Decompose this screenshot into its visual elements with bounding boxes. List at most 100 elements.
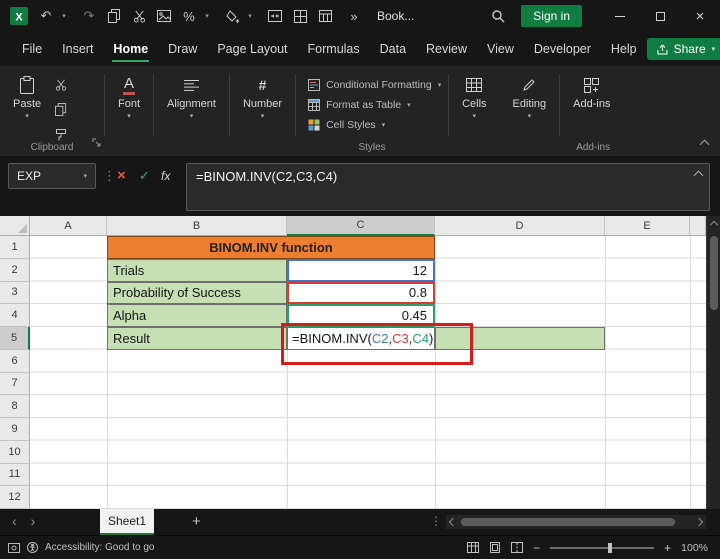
add-sheet-button[interactable]: + <box>192 513 201 530</box>
minimize-button[interactable] <box>600 0 640 32</box>
addins-button[interactable]: Add-ins <box>564 70 619 110</box>
previous-sheet-icon[interactable]: ‹ <box>12 513 17 529</box>
zoom-out-button[interactable]: − <box>533 541 540 555</box>
macro-record-icon[interactable] <box>8 542 20 553</box>
insert-function-button[interactable]: fx <box>161 169 170 183</box>
column-header-a[interactable]: A <box>30 216 107 236</box>
alignment-button[interactable]: Alignment ▾ <box>158 70 225 120</box>
cut-icon[interactable] <box>132 8 146 24</box>
cell-b2-trials-label[interactable]: Trials <box>107 258 287 282</box>
search-icon[interactable] <box>491 8 505 24</box>
tab-page-layout[interactable]: Page Layout <box>207 32 297 66</box>
row-header-10[interactable]: 10 <box>0 440 30 464</box>
tab-home[interactable]: Home <box>103 32 158 66</box>
row-header-5[interactable]: 5 <box>0 327 30 350</box>
fill-color-icon[interactable] <box>225 8 239 24</box>
more-commands-icon[interactable]: » <box>347 8 361 24</box>
row-header-11[interactable]: 11 <box>0 463 30 487</box>
tab-formulas[interactable]: Formulas <box>298 32 370 66</box>
merge-cells-icon[interactable] <box>268 8 282 24</box>
cell-styles-button[interactable]: Cell Styles ▾ <box>308 119 441 131</box>
cells-button[interactable]: Cells ▾ <box>453 70 495 120</box>
cell-c3-probability-value[interactable]: 0.8 <box>287 281 435 305</box>
accessibility-status[interactable]: Accessibility: Good to go <box>45 542 155 553</box>
scroll-up-icon[interactable] <box>709 220 719 230</box>
page-layout-view-icon[interactable] <box>489 542 501 553</box>
borders-icon[interactable] <box>293 8 307 24</box>
redo-icon[interactable]: ↷ <box>82 8 96 24</box>
copy-icon[interactable] <box>107 8 121 24</box>
tab-developer[interactable]: Developer <box>524 32 601 66</box>
undo-icon[interactable]: ↶ <box>39 8 53 24</box>
clipboard-dialog-launcher-icon[interactable] <box>92 134 101 152</box>
editing-button[interactable]: Editing ▾ <box>504 70 556 120</box>
sheet-tab-sheet1[interactable]: Sheet1 <box>100 509 155 535</box>
paste-button[interactable]: Paste ▾ <box>4 70 50 120</box>
table-icon[interactable] <box>318 8 332 24</box>
vertical-scrollbar[interactable] <box>706 216 720 509</box>
column-header-e[interactable]: E <box>605 216 690 236</box>
horizontal-scrollbar[interactable] <box>446 515 706 529</box>
tab-data[interactable]: Data <box>370 32 416 66</box>
name-box[interactable]: EXP ▾ <box>8 163 96 189</box>
zoom-slider[interactable] <box>550 542 655 553</box>
page-break-view-icon[interactable] <box>511 542 524 553</box>
tab-view[interactable]: View <box>477 32 524 66</box>
number-button[interactable]: # Number ▾ <box>234 70 291 120</box>
cancel-entry-button[interactable]: × <box>117 167 126 184</box>
select-all-corner[interactable] <box>0 216 30 236</box>
accessibility-icon[interactable] <box>27 542 38 553</box>
vertical-scrollbar-thumb[interactable] <box>710 236 718 310</box>
tab-file[interactable]: File <box>12 32 52 66</box>
column-header-b[interactable]: B <box>107 216 287 236</box>
row-header-1[interactable]: 1 <box>0 236 30 259</box>
tab-scrollbar-splitter[interactable]: ⋮ <box>430 514 442 528</box>
cell-b5-result-label[interactable]: Result <box>107 327 287 350</box>
zoom-slider-thumb[interactable] <box>608 542 613 553</box>
fill-color-caret-icon[interactable]: ▾ <box>243 8 257 24</box>
normal-view-icon[interactable] <box>467 542 480 553</box>
copy-mini-icon[interactable] <box>55 103 67 121</box>
number-format-caret-icon[interactable]: ▾ <box>200 8 214 24</box>
horizontal-scrollbar-thumb[interactable] <box>461 518 675 526</box>
column-header-d[interactable]: D <box>435 216 605 236</box>
cell-b3-probability-label[interactable]: Probability of Success <box>107 281 287 305</box>
row-header-7[interactable]: 7 <box>0 372 30 396</box>
cell-c2-trials-value[interactable]: 12 <box>287 258 435 282</box>
row-header-9[interactable]: 9 <box>0 418 30 441</box>
scroll-left-icon[interactable] <box>448 517 458 527</box>
column-header-c[interactable]: C <box>287 216 435 236</box>
undo-caret-icon[interactable]: ▾ <box>57 8 71 24</box>
row-header-4[interactable]: 4 <box>0 304 30 327</box>
collapse-ribbon-icon[interactable] <box>699 139 710 150</box>
conditional-formatting-button[interactable]: Conditional Formatting ▾ <box>308 79 441 91</box>
next-sheet-icon[interactable]: › <box>31 513 36 529</box>
font-button[interactable]: A Font ▾ <box>109 70 149 120</box>
excel-logo-icon[interactable]: X <box>10 7 28 25</box>
picture-icon[interactable] <box>157 8 171 24</box>
cell-b1-title[interactable]: BINOM.INV function <box>107 236 435 259</box>
formula-input[interactable]: =BINOM.INV(C2,C3,C4) <box>186 163 710 211</box>
cells-area[interactable]: BINOM.INV function Trials 12 Probability… <box>30 236 706 509</box>
tab-insert[interactable]: Insert <box>52 32 103 66</box>
zoom-in-button[interactable]: + <box>664 541 671 555</box>
column-header-partial[interactable] <box>690 216 706 236</box>
scroll-right-icon[interactable] <box>694 517 704 527</box>
format-as-table-button[interactable]: Format as Table ▾ <box>308 99 441 111</box>
number-format-icon[interactable]: % <box>182 8 196 24</box>
sign-in-button[interactable]: Sign in <box>521 5 582 27</box>
row-header-6[interactable]: 6 <box>0 349 30 373</box>
tab-draw[interactable]: Draw <box>158 32 207 66</box>
row-header-2[interactable]: 2 <box>0 258 30 282</box>
cell-b4-alpha-label[interactable]: Alpha <box>107 304 287 327</box>
row-header-3[interactable]: 3 <box>0 281 30 305</box>
close-button[interactable]: × <box>680 0 720 32</box>
tab-review[interactable]: Review <box>416 32 477 66</box>
zoom-level[interactable]: 100% <box>681 542 708 554</box>
name-box-caret-icon[interactable]: ▾ <box>83 173 87 180</box>
row-header-12[interactable]: 12 <box>0 486 30 509</box>
share-button[interactable]: Share ▾ <box>646 38 720 60</box>
confirm-entry-button[interactable]: ✓ <box>139 168 150 184</box>
row-header-8[interactable]: 8 <box>0 395 30 418</box>
cut-mini-icon[interactable] <box>55 78 67 96</box>
